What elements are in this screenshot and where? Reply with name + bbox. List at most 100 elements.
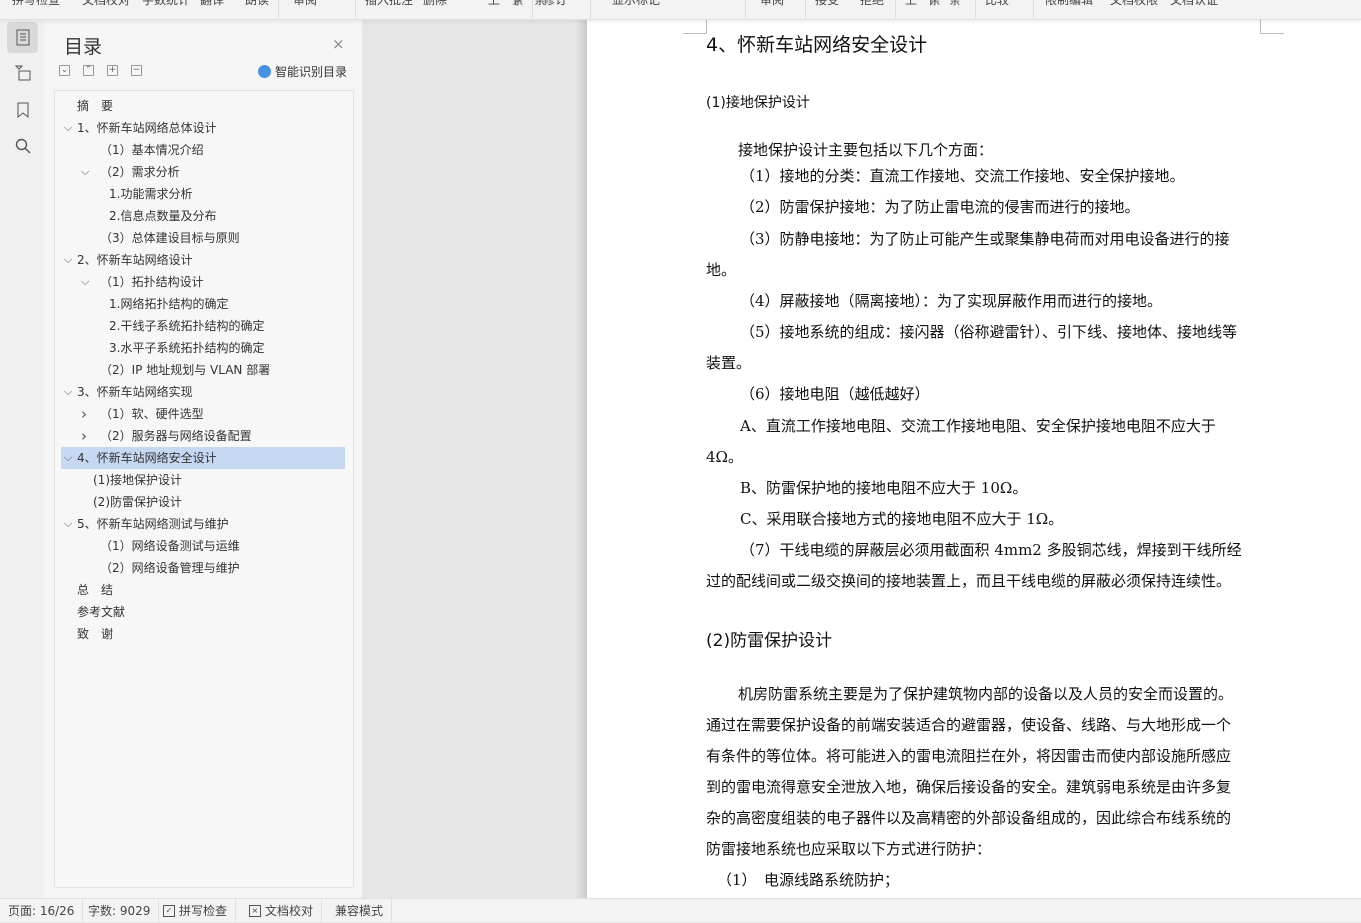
toc-item-label: （2）IP 地址规划与 VLAN 部署 [100, 363, 271, 377]
collapse-all-button[interactable]: ⌄ [59, 65, 70, 76]
crop-mark [683, 20, 707, 34]
navigation-tree-icon[interactable] [7, 57, 38, 88]
toc-item[interactable]: ⌵ （2）需求分析 [61, 161, 345, 183]
toc-item[interactable]: 3.水平子系统拓扑结构的确定 [61, 337, 345, 359]
chevron-down-icon[interactable]: ⌵ [64, 447, 72, 469]
paragraph-line: 接地保护设计主要包括以下几个方面： [738, 141, 994, 159]
paragraph-line: B、防雷保护地的接地电阻不应大于 10Ω。 [740, 479, 1028, 497]
toc-item[interactable]: 摘 要 [61, 95, 345, 117]
chevron-down-icon[interactable]: ⌵ [81, 161, 89, 183]
toolbar-divider [975, 0, 976, 18]
toc-item-label: （1）拓扑结构设计 [100, 275, 204, 289]
chevron-down-icon[interactable]: ⌵ [81, 271, 89, 293]
toc-item[interactable]: (2)防雷保护设计 [61, 491, 345, 513]
toolbar-item[interactable]: 翻译 [200, 0, 224, 8]
chevron-down-icon[interactable]: ⌵ [64, 381, 72, 403]
paragraph-line: 防雷接地系统也应采取以下方式进行防护： [706, 840, 992, 858]
toolbar-item[interactable]: 审阅 [760, 0, 784, 8]
toc-item[interactable]: ⌵ 3、怀新车站网络实现 [61, 381, 345, 403]
toolbar-item[interactable]: 拼写检查 [12, 0, 60, 8]
toc-icon[interactable] [7, 22, 38, 53]
document-page: 4、怀新车站网络安全设计 (1)接地保护设计 接地保护设计主要包括以下几个方面： （1… [587, 20, 1361, 898]
toc-item-label: （3）总体建设目标与原则 [100, 231, 240, 245]
toolbar-item[interactable]: 朗读 [245, 0, 269, 8]
toolbar-item[interactable]: 修订 [543, 0, 567, 8]
toc-item-label: 3、怀新车站网络实现 [77, 385, 193, 399]
toolbar-divider [590, 0, 591, 18]
page-count[interactable]: 页面: 16/26 [0, 899, 84, 923]
search-icon[interactable] [7, 130, 38, 161]
paragraph-line: （5）接地系统的组成：接闪器（俗称避雷针）、引下线、接地体、接地线等 [740, 323, 1238, 341]
toc-item-label: (1)接地保护设计 [93, 473, 182, 487]
toolbar-item[interactable]: 删除 [423, 0, 447, 8]
doc-proofread-button[interactable]: × 文档校对 [241, 899, 323, 923]
toolbar-item[interactable]: 接受 [815, 0, 839, 8]
toolbar-item[interactable]: 字数统计 [142, 0, 190, 8]
chevron-down-icon[interactable]: ⌵ [64, 513, 72, 535]
paragraph-line: 有条件的等位体。将可能进入的雷电流阻拦在外，将因雷击而使内部设施所感应 [706, 747, 1232, 765]
toc-item[interactable]: ⌵ （1）拓扑结构设计 [61, 271, 345, 293]
toc-item[interactable]: 1.网络拓扑结构的确定 [61, 293, 345, 315]
toc-item[interactable]: ⌵ 1、怀新车站网络总体设计 [61, 117, 345, 139]
toolbar-item[interactable]: 下一条 [925, 0, 961, 8]
toc-item-label: 1.网络拓扑结构的确定 [109, 297, 229, 311]
toc-item-label: 4、怀新车站网络安全设计 [77, 451, 217, 465]
toc-item[interactable]: （2）IP 地址规划与 VLAN 部署 [61, 359, 345, 381]
smart-toc-button[interactable]: 智能识别目录 [258, 63, 347, 80]
toolbar-item[interactable]: 插入批注 [365, 0, 413, 8]
paragraph-line: （1） 电源线路系统防护； [717, 871, 900, 889]
spell-check-label: 拼写检查 [179, 904, 228, 918]
toc-item[interactable]: ⌵ 4、怀新车站网络安全设计 [61, 447, 345, 469]
toc-item[interactable]: ⌵ 2、怀新车站网络设计 [61, 249, 345, 271]
spell-check-button[interactable]: ✓ 拼写检查 [155, 899, 237, 923]
toolbar-item[interactable]: 显示标记 [612, 0, 660, 8]
paragraph-line: C、采用联合接地方式的接地电阻不应大于 1Ω。 [740, 510, 1064, 528]
paragraph-line: 杂的高密度组装的电子器件以及高精密的外部设备组成的，因此综合布线系统的 [706, 809, 1232, 827]
toc-item[interactable]: 参考文献 [61, 601, 345, 623]
toc-item[interactable]: （1）基本情况介绍 [61, 139, 345, 161]
expand-level-button[interactable]: + [107, 65, 118, 76]
toc-item[interactable]: （2）网络设备管理与维护 [61, 557, 345, 579]
toc-item[interactable]: 致 谢 [61, 623, 345, 645]
toolbar-item[interactable]: 审阅 [293, 0, 317, 8]
toc-item-label: （1）软、硬件选型 [100, 407, 204, 421]
toc-item[interactable]: 2.信息点数量及分布 [61, 205, 345, 227]
toc-item[interactable]: 1.功能需求分析 [61, 183, 345, 205]
left-icon-rail [0, 20, 44, 898]
toc-item[interactable]: ⌵ 5、怀新车站网络测试与维护 [61, 513, 345, 535]
paragraph-line: 机房防雷系统主要是为了保护建筑物内部的设备以及人员的安全而设置的。 [738, 685, 1234, 703]
toolbar-item[interactable]: 比较 [985, 0, 1009, 8]
toc-item[interactable]: （3）总体建设目标与原则 [61, 227, 345, 249]
toc-item-label: 1、怀新车站网络总体设计 [77, 121, 217, 135]
collapse-level-button[interactable]: − [131, 65, 142, 76]
chevron-right-icon[interactable]: › [81, 425, 87, 447]
toc-item[interactable]: (1)接地保护设计 [61, 469, 345, 491]
page-shadow [575, 20, 587, 898]
chevron-down-icon[interactable]: ⌵ [64, 117, 72, 139]
toolbar-item[interactable]: 下一条 [510, 0, 546, 8]
toc-item[interactable]: 总 结 [61, 579, 345, 601]
toc-item-label: 5、怀新车站网络测试与维护 [77, 517, 229, 531]
toc-item[interactable]: （1）网络设备测试与运维 [61, 535, 345, 557]
spell-check-icon: ✓ [163, 905, 175, 917]
paragraph-line: （1）接地的分类：直流工作接地、交流工作接地、安全保护接地。 [740, 167, 1185, 185]
toolbar-item[interactable]: 文档权限 [1110, 0, 1158, 8]
toolbar-item[interactable]: 文档校对 [82, 0, 130, 8]
chevron-right-icon[interactable]: › [81, 403, 87, 425]
toc-item[interactable]: 2.干线子系统拓扑结构的确定 [61, 315, 345, 337]
toolbar-item[interactable]: 文档认证 [1170, 0, 1218, 8]
toc-item[interactable]: › （1）软、硬件选型 [61, 403, 345, 425]
page-count-label: 页面: 16/26 [8, 904, 75, 918]
toolbar-item[interactable]: 限制编辑 [1045, 0, 1093, 8]
bookmark-icon[interactable] [7, 94, 38, 125]
toc-item-label: （1）网络设备测试与运维 [100, 539, 240, 553]
toolbar-item[interactable]: 拒绝 [860, 0, 884, 8]
expand-up-button[interactable]: ⌃ [83, 65, 94, 76]
word-count[interactable]: 字数: 9029 [80, 899, 160, 923]
chevron-down-icon[interactable]: ⌵ [64, 249, 72, 271]
smart-recognize-icon [258, 65, 271, 78]
toc-item[interactable]: › （2）服务器与网络设备配置 [61, 425, 345, 447]
close-icon[interactable]: × [332, 35, 345, 53]
heading: 4、怀新车站网络安全设计 [706, 34, 928, 56]
word-count-label: 字数: 9029 [88, 904, 151, 918]
